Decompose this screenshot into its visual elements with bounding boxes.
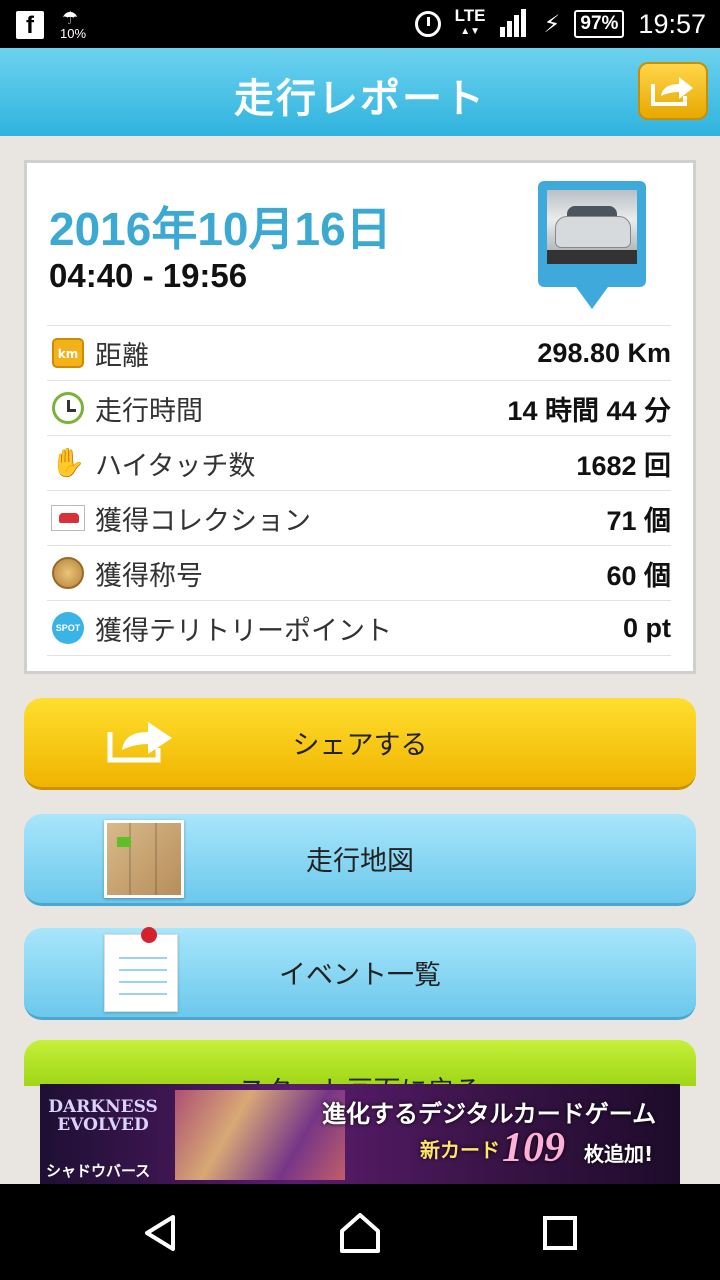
battery-icon: 97% xyxy=(574,10,625,38)
status-bar: f ☂ 10% LTE ▲▼ ⚡ 97% 19:57 xyxy=(0,0,720,48)
stat-label: 獲得称号 xyxy=(95,560,203,592)
share-button-label: シェアする xyxy=(292,730,428,761)
clock-icon xyxy=(52,392,84,424)
ad-logo: DARKNESS EVOLVED xyxy=(48,1098,158,1134)
share-icon xyxy=(104,718,178,768)
network-label: LTE xyxy=(454,6,486,25)
report-date: 2016年10月16日 xyxy=(49,203,392,255)
stat-row-distance: km 距離 298.80 Km xyxy=(47,325,671,380)
car-photo-pin[interactable] xyxy=(538,181,646,309)
back-icon xyxy=(145,1215,175,1251)
stat-value: 60 個 xyxy=(606,560,671,591)
page-title: 走行レポート xyxy=(234,76,486,122)
event-list-button[interactable]: イベント一覧 xyxy=(24,926,696,1020)
share-icon xyxy=(651,77,693,106)
app-header: 走行レポート xyxy=(0,48,720,136)
stat-row-drive-time: 走行時間 14 時間 44 分 xyxy=(47,380,671,435)
ad-headline: 進化するデジタルカードゲーム xyxy=(322,1100,657,1128)
report-card: 2016年10月16日 04:40 - 19:56 km 距離 298.80 K… xyxy=(24,160,696,674)
car-photo xyxy=(547,190,637,264)
status-clock: 19:57 xyxy=(638,8,706,39)
ad-suffix: 枚追加! xyxy=(584,1142,654,1166)
stat-label: 走行時間 xyxy=(95,395,203,427)
ad-logo-line1: DARKNESS xyxy=(48,1097,158,1117)
stat-value: 71 個 xyxy=(606,505,671,536)
stat-value: 0 pt xyxy=(622,612,671,643)
stat-value: 14 時間 44 分 xyxy=(507,395,671,426)
car-collection-icon xyxy=(51,505,85,531)
stat-label: 獲得コレクション xyxy=(95,505,311,537)
nav-bar xyxy=(0,1184,720,1280)
stat-row-territory: SPOT 獲得テリトリーポイント 0 pt xyxy=(47,600,671,656)
ad-card-art xyxy=(175,1090,345,1180)
stat-label: 獲得テリトリーポイント xyxy=(95,615,392,647)
recents-icon xyxy=(543,1216,577,1250)
ad-subtitle: シャドウバース xyxy=(46,1162,151,1180)
ad-number: 109 xyxy=(502,1125,565,1171)
stat-label: ハイタッチ数 xyxy=(95,450,256,482)
medal-icon xyxy=(52,557,84,589)
stat-value: 298.80 Km xyxy=(537,337,671,368)
drive-map-button[interactable]: 走行地図 xyxy=(24,814,696,906)
memo-icon xyxy=(104,926,178,1012)
spot-icon: SPOT xyxy=(52,612,84,644)
recents-nav-button[interactable] xyxy=(535,1208,585,1258)
weather-percent: 10% xyxy=(60,26,87,41)
facebook-icon: f xyxy=(16,11,44,39)
home-icon xyxy=(340,1213,380,1253)
report-time-range: 04:40 - 19:56 xyxy=(49,257,248,294)
drive-map-label: 走行地図 xyxy=(306,846,414,877)
stat-label: 距離 xyxy=(95,340,149,372)
ad-new-card: 新カード xyxy=(420,1138,500,1162)
stat-value: 1682 回 xyxy=(576,450,671,481)
network-type: LTE ▲▼ xyxy=(454,6,486,37)
map-icon xyxy=(104,819,184,898)
stat-row-collection: 獲得コレクション 71 個 xyxy=(47,490,671,545)
weather-icon: ☂ 10% xyxy=(60,8,87,41)
ad-logo-line2: EVOLVED xyxy=(57,1115,149,1135)
header-share-button[interactable] xyxy=(638,62,708,120)
stat-row-titles: 獲得称号 60 個 xyxy=(47,545,671,600)
back-to-start-button[interactable]: スタート画面に戻る xyxy=(24,1040,696,1086)
km-icon: km xyxy=(52,338,84,368)
event-list-label: イベント一覧 xyxy=(279,960,441,991)
stat-row-high-touch: ✋ ハイタッチ数 1682 回 xyxy=(47,435,671,490)
alarm-icon xyxy=(414,11,441,37)
home-nav-button[interactable] xyxy=(335,1208,385,1258)
signal-icon xyxy=(499,9,530,39)
report-stats: km 距離 298.80 Km 走行時間 14 時間 44 分 ✋ ハイタッチ数… xyxy=(47,325,671,656)
back-nav-button[interactable] xyxy=(136,1208,186,1258)
charging-icon: ⚡ xyxy=(543,10,561,38)
share-button[interactable]: シェアする xyxy=(24,698,696,790)
ad-banner[interactable]: DARKNESS EVOLVED シャドウバース 進化するデジタルカードゲーム … xyxy=(40,1084,680,1184)
high-touch-icon: ✋ xyxy=(50,446,86,479)
